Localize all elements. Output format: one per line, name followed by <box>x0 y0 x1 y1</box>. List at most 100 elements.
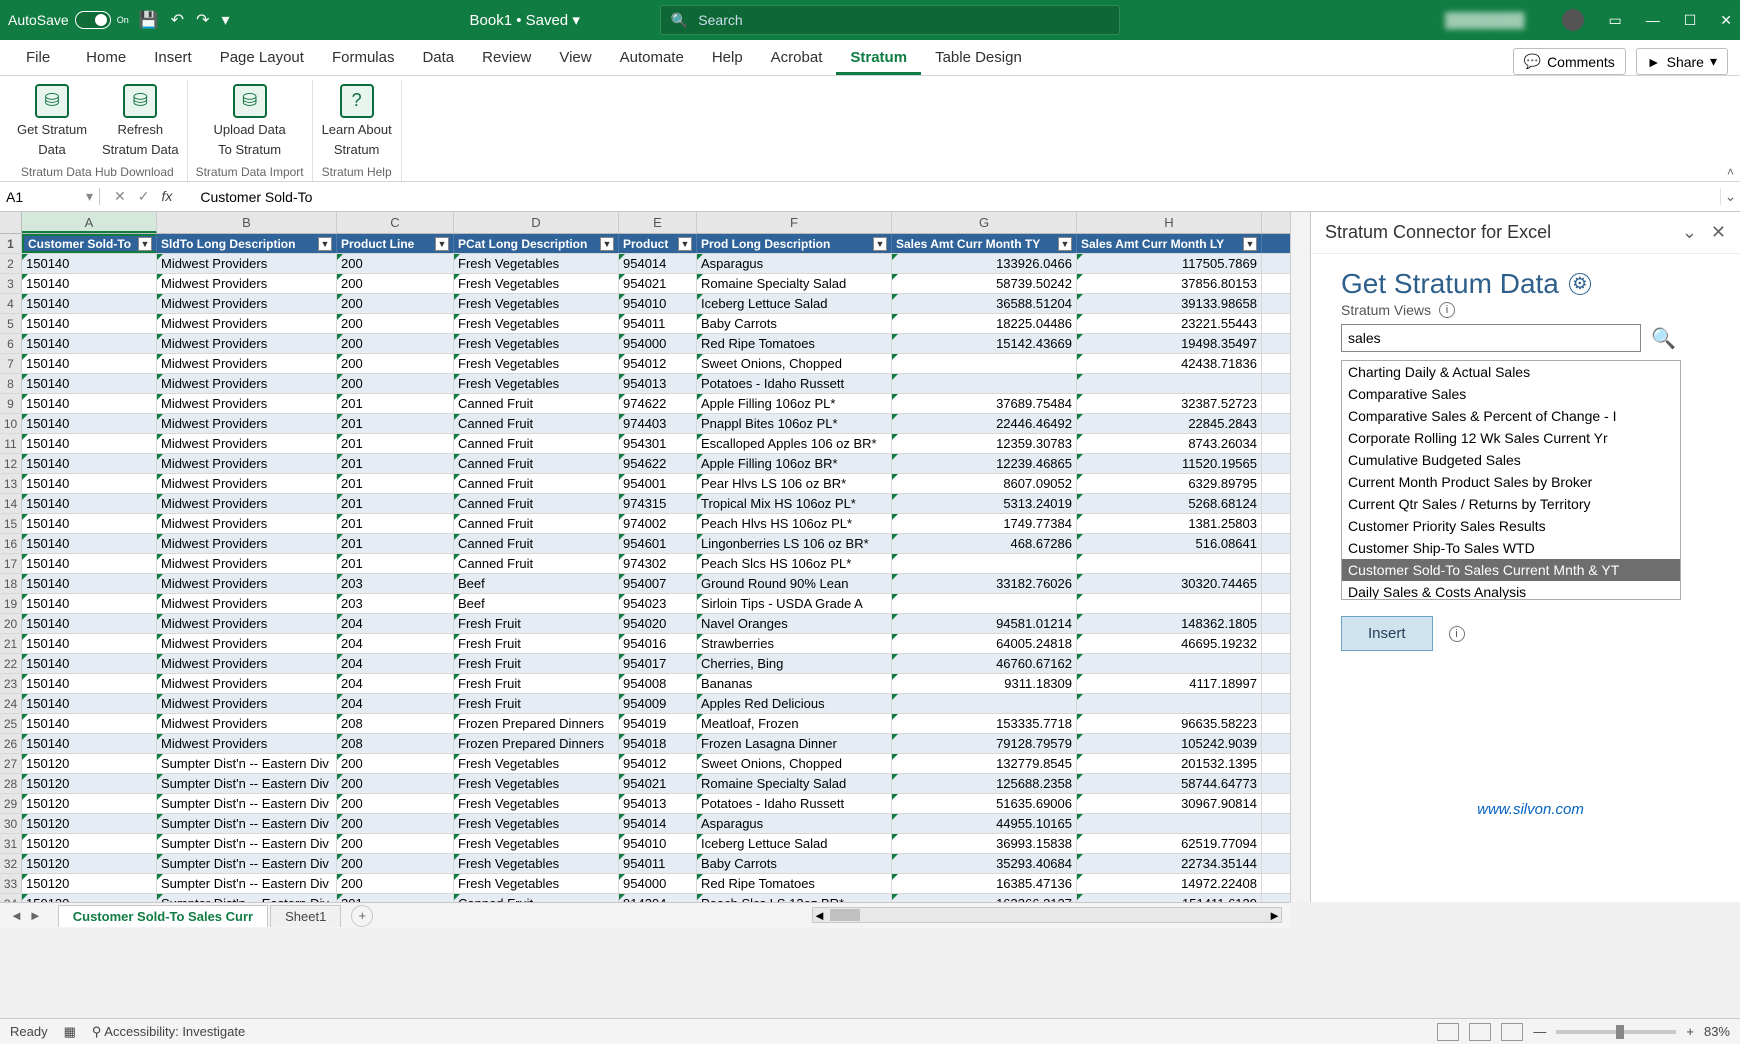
table-row[interactable]: 20150140Midwest Providers204Fresh Fruit9… <box>0 614 1290 634</box>
save-icon[interactable]: 💾 <box>139 10 159 30</box>
search-box[interactable]: 🔍 Search <box>660 5 1120 35</box>
info-icon[interactable]: i <box>1439 302 1455 318</box>
filter-icon[interactable]: ▼ <box>435 237 449 251</box>
table-row[interactable]: 27150120Sumpter Dist'n -- Eastern Div200… <box>0 754 1290 774</box>
col-header[interactable]: G <box>892 212 1077 233</box>
table-row[interactable]: 22150140Midwest Providers204Fresh Fruit9… <box>0 654 1290 674</box>
list-item[interactable]: Comparative Sales <box>1342 383 1680 405</box>
zoom-out-icon[interactable]: — <box>1533 1024 1546 1039</box>
search-icon[interactable]: 🔍 <box>1651 326 1676 351</box>
zoom-in-icon[interactable]: + <box>1686 1024 1694 1039</box>
table-row[interactable]: 7150140Midwest Providers200Fresh Vegetab… <box>0 354 1290 374</box>
table-row[interactable]: 11150140Midwest Providers201Canned Fruit… <box>0 434 1290 454</box>
vertical-scrollbar[interactable] <box>1290 212 1310 902</box>
table-row[interactable]: 16150140Midwest Providers201Canned Fruit… <box>0 534 1290 554</box>
accept-formula-icon[interactable]: ✓ <box>138 188 150 205</box>
tab-help[interactable]: Help <box>698 43 757 75</box>
list-item[interactable]: Current Month Product Sales by Broker <box>1342 471 1680 493</box>
tab-view[interactable]: View <box>545 43 605 75</box>
col-header[interactable]: B <box>157 212 337 233</box>
insert-button[interactable]: Insert <box>1341 616 1433 651</box>
horizontal-scrollbar[interactable]: ◄► <box>812 907 1282 923</box>
ribbon-mode-icon[interactable]: ▭ <box>1608 12 1621 29</box>
select-all-corner[interactable] <box>0 212 22 233</box>
upload-data[interactable]: ⛁Upload DataTo Stratum <box>213 84 285 157</box>
filter-icon[interactable]: ▼ <box>873 237 887 251</box>
col-header[interactable]: A <box>22 212 157 233</box>
table-row[interactable]: 10150140Midwest Providers201Canned Fruit… <box>0 414 1290 434</box>
table-header-cell[interactable]: Sales Amt Curr Month LY▼ <box>1077 234 1262 253</box>
zoom-slider[interactable] <box>1556 1030 1676 1034</box>
list-item[interactable]: Customer Sold-To Sales Current Mnth & YT <box>1342 559 1680 581</box>
prev-sheet-icon[interactable]: ◄ <box>10 908 23 923</box>
page-break-view-icon[interactable] <box>1501 1023 1523 1041</box>
table-header-cell[interactable]: Product▼ <box>619 234 697 253</box>
cancel-formula-icon[interactable]: ✕ <box>114 188 126 205</box>
fx-icon[interactable]: fx <box>161 188 178 205</box>
tab-file[interactable]: File <box>12 43 72 75</box>
table-row[interactable]: 2150140Midwest Providers200Fresh Vegetab… <box>0 254 1290 274</box>
table-row[interactable]: 26150140Midwest Providers208Frozen Prepa… <box>0 734 1290 754</box>
tab-formulas[interactable]: Formulas <box>318 43 409 75</box>
collapse-ribbon-icon[interactable]: ˄ <box>1727 165 1734 179</box>
tab-data[interactable]: Data <box>408 43 468 75</box>
table-row[interactable]: 28150120Sumpter Dist'n -- Eastern Div200… <box>0 774 1290 794</box>
col-header[interactable]: D <box>454 212 619 233</box>
table-row[interactable]: 4150140Midwest Providers200Fresh Vegetab… <box>0 294 1290 314</box>
tab-home[interactable]: Home <box>72 43 140 75</box>
name-box[interactable]: A1▾ <box>0 188 100 205</box>
list-item[interactable]: Charting Daily & Actual Sales <box>1342 361 1680 383</box>
silvon-link[interactable]: www.silvon.com <box>1341 801 1720 818</box>
expand-formula-bar-icon[interactable]: ⌄ <box>1720 188 1740 205</box>
table-row[interactable]: 15150140Midwest Providers201Canned Fruit… <box>0 514 1290 534</box>
autosave-toggle[interactable]: AutoSave On <box>8 11 129 29</box>
table-row[interactable]: 14150140Midwest Providers201Canned Fruit… <box>0 494 1290 514</box>
macro-icon[interactable]: ▦ <box>64 1024 76 1040</box>
table-row[interactable]: 23150140Midwest Providers204Fresh Fruit9… <box>0 674 1290 694</box>
table-row[interactable]: 19150140Midwest Providers203Beef954023Si… <box>0 594 1290 614</box>
table-header-cell[interactable]: SldTo Long Description▼ <box>157 234 337 253</box>
table-row[interactable]: 33150120Sumpter Dist'n -- Eastern Div200… <box>0 874 1290 894</box>
formula-input[interactable]: Customer Sold-To <box>192 189 1720 205</box>
zoom-level[interactable]: 83% <box>1704 1024 1730 1039</box>
list-item[interactable]: Corporate Rolling 12 Wk Sales Current Yr <box>1342 427 1680 449</box>
table-row[interactable]: 24150140Midwest Providers204Fresh Fruit9… <box>0 694 1290 714</box>
page-layout-view-icon[interactable] <box>1469 1023 1491 1041</box>
table-row[interactable]: 25150140Midwest Providers208Frozen Prepa… <box>0 714 1290 734</box>
table-header-cell[interactable]: Product Line▼ <box>337 234 454 253</box>
filter-icon[interactable]: ▼ <box>138 237 152 251</box>
user-name[interactable]: ████████ <box>1445 12 1524 28</box>
table-row[interactable]: 17150140Midwest Providers201Canned Fruit… <box>0 554 1290 574</box>
sheet-tab-active[interactable]: Customer Sold-To Sales Curr <box>58 905 268 927</box>
tab-insert[interactable]: Insert <box>140 43 206 75</box>
table-row[interactable]: 6150140Midwest Providers200Fresh Vegetab… <box>0 334 1290 354</box>
minimize-icon[interactable]: — <box>1646 12 1660 28</box>
filter-icon[interactable]: ▼ <box>678 237 692 251</box>
qat-dropdown-icon[interactable]: ▾ <box>221 10 229 30</box>
avatar[interactable] <box>1562 9 1584 31</box>
tab-automate[interactable]: Automate <box>606 43 698 75</box>
document-title[interactable]: Book1 • Saved ▾ <box>470 11 580 29</box>
table-row[interactable]: 12150140Midwest Providers201Canned Fruit… <box>0 454 1290 474</box>
table-header-cell[interactable]: Prod Long Description▼ <box>697 234 892 253</box>
filter-icon[interactable]: ▼ <box>600 237 614 251</box>
tab-page-layout[interactable]: Page Layout <box>206 43 318 75</box>
redo-icon[interactable]: ↷ <box>196 10 209 30</box>
pane-close-icon[interactable]: ✕ <box>1711 222 1726 243</box>
filter-icon[interactable]: ▼ <box>1243 237 1257 251</box>
table-row[interactable]: 18150140Midwest Providers203Beef954007Gr… <box>0 574 1290 594</box>
table-row[interactable]: 13150140Midwest Providers201Canned Fruit… <box>0 474 1290 494</box>
col-header[interactable]: H <box>1077 212 1262 233</box>
table-row[interactable]: 31150120Sumpter Dist'n -- Eastern Div200… <box>0 834 1290 854</box>
list-item[interactable]: Cumulative Budgeted Sales <box>1342 449 1680 471</box>
col-header[interactable]: F <box>697 212 892 233</box>
list-item[interactable]: Customer Priority Sales Results <box>1342 515 1680 537</box>
tab-acrobat[interactable]: Acrobat <box>757 43 837 75</box>
col-header[interactable]: E <box>619 212 697 233</box>
add-sheet-button[interactable]: + <box>351 905 373 927</box>
tab-table-design[interactable]: Table Design <box>921 43 1036 75</box>
filter-icon[interactable]: ▼ <box>318 237 332 251</box>
list-item[interactable]: Comparative Sales & Percent of Change - … <box>1342 405 1680 427</box>
table-header-cell[interactable]: Customer Sold-To▼ <box>22 234 157 253</box>
share-button[interactable]: ► Share ▾ <box>1636 48 1728 75</box>
